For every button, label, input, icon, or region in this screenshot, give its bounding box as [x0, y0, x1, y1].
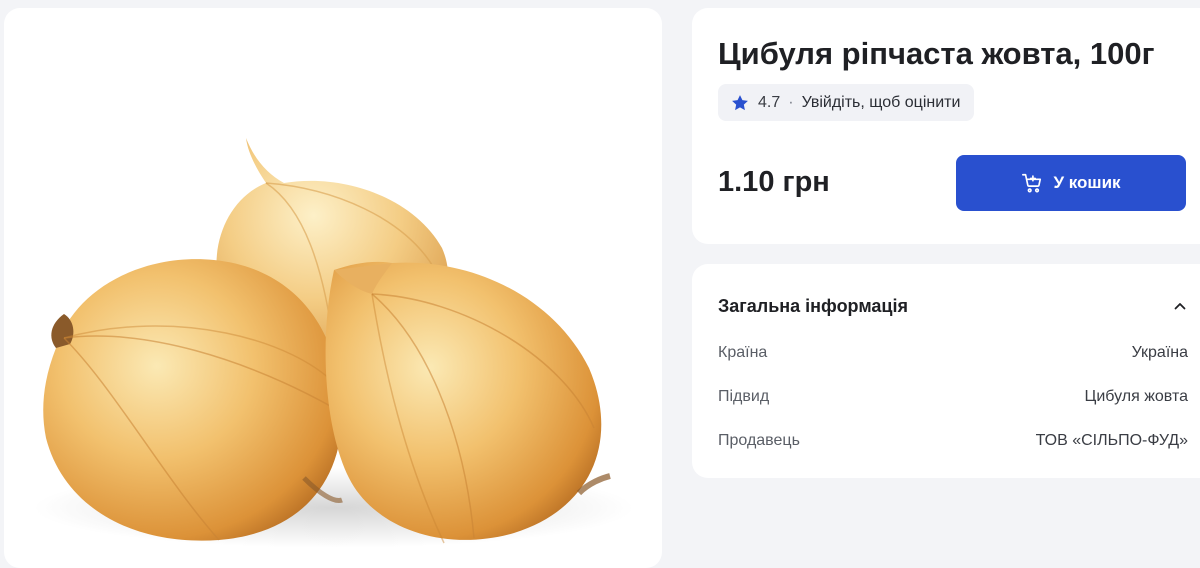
login-to-rate-link[interactable]: Увійдіть, щоб оцінити [802, 94, 961, 112]
add-to-cart-label: У кошик [1053, 173, 1121, 192]
product-image [34, 138, 634, 548]
onion-left [43, 259, 343, 541]
general-info-toggle[interactable]: Загальна інформація [718, 294, 1188, 318]
product-price: 1.10 грн [718, 166, 830, 198]
product-title: Цибуля ріпчаста жовта, 100г [718, 36, 1155, 71]
chevron-up-icon[interactable] [1172, 298, 1188, 314]
info-row-country: Країна Україна [718, 344, 1188, 362]
product-summary-card: Цибуля ріпчаста жовта, 100г 4.7 · Увійді… [692, 8, 1200, 244]
info-label: Країна [718, 344, 768, 361]
product-image-card [4, 8, 662, 568]
onion-right [325, 261, 611, 544]
info-label: Підвид [718, 388, 770, 405]
info-row-subtype: Підвид Цибуля жовта [718, 388, 1188, 406]
info-value: Цибуля жовта [1084, 388, 1188, 405]
star-icon [732, 94, 748, 110]
info-row-seller: Продавець ТОВ «СІЛЬПО-ФУД» [718, 432, 1188, 450]
cart-plus-icon [1022, 173, 1042, 193]
general-info-card: Загальна інформація Країна Україна Підви… [692, 264, 1200, 478]
info-value: Україна [1131, 344, 1188, 361]
info-label: Продавець [718, 432, 800, 449]
general-info-title: Загальна інформація [718, 295, 908, 316]
rating-value: 4.7 [758, 93, 781, 111]
rating-pill[interactable]: 4.7 · Увійдіть, щоб оцінити [718, 84, 975, 121]
info-value: ТОВ «СІЛЬПО-ФУД» [1035, 432, 1188, 449]
rating-separator: · [788, 93, 794, 111]
add-to-cart-button[interactable]: У кошик [956, 155, 1186, 211]
